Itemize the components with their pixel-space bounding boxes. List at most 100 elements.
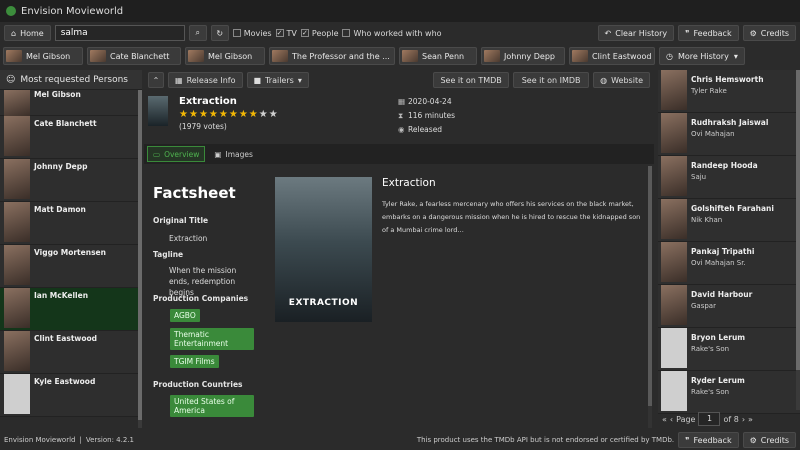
person-photo xyxy=(4,116,30,156)
feedback-button[interactable]: ❞ Feedback xyxy=(678,25,739,41)
tab-overview[interactable]: ▭ Overview xyxy=(147,146,206,162)
chevron-up-icon: ⌃ xyxy=(152,75,160,85)
scrollbar-thumb[interactable] xyxy=(138,90,142,420)
home-button[interactable]: ⌂ Home xyxy=(4,25,51,41)
last-page-button[interactable]: » xyxy=(748,415,753,424)
overview-icon: ▭ xyxy=(153,149,161,159)
imdb-link-button[interactable]: See it on IMDB xyxy=(513,72,590,88)
website-button[interactable]: ◍ Website xyxy=(593,72,650,88)
tab-images[interactable]: ▣ Images xyxy=(209,146,258,162)
release-info-button[interactable]: ▦ Release Info xyxy=(168,72,243,88)
list-item[interactable]: Johnny Depp xyxy=(0,159,138,202)
cast-item[interactable]: Bryon Lerum Rake's Son xyxy=(658,328,800,371)
poster-title: EXTRACTION xyxy=(288,298,359,308)
scrollbar-thumb[interactable] xyxy=(796,70,800,370)
person-thumbnail xyxy=(484,50,500,62)
feedback-button[interactable]: ❞ Feedback xyxy=(678,432,739,448)
list-item[interactable]: Kyle Eastwood xyxy=(0,374,138,417)
country-tag[interactable]: United States of America xyxy=(170,395,254,417)
star-icon: ★ xyxy=(188,109,199,120)
movie-poster[interactable]: EXTRACTION xyxy=(275,177,372,322)
history-item[interactable]: Sean Penn xyxy=(399,47,477,65)
movie-action-bar: ⌃ ▦ Release Info ■ Trailers ▾ See it on TMD… xyxy=(144,70,654,90)
checkbox-box: ✓ xyxy=(275,29,284,37)
cast-item[interactable]: Golshifteh Farahani Nik Khan xyxy=(658,199,800,242)
search-input[interactable] xyxy=(54,25,185,41)
checkbox-box xyxy=(232,29,241,37)
more-history-button[interactable]: ◷ More History ▾ xyxy=(659,47,745,65)
scrollbar-thumb[interactable] xyxy=(648,166,652,406)
next-page-button[interactable]: › xyxy=(742,415,745,424)
cast-item[interactable]: Ryder Lerum Rake's Son xyxy=(658,371,800,414)
placeholder-person-icon xyxy=(661,371,687,411)
company-tag[interactable]: TGIM Films xyxy=(170,355,219,368)
first-page-button[interactable]: « xyxy=(662,415,667,424)
history-item[interactable]: Clint Eastwood xyxy=(569,47,655,65)
history-item[interactable]: Cate Blanchett xyxy=(87,47,181,65)
person-photo xyxy=(4,245,30,285)
list-item-selected[interactable]: Ian McKellen xyxy=(0,288,138,331)
prev-page-button[interactable]: ‹ xyxy=(670,415,673,424)
video-icon: ■ xyxy=(253,75,262,85)
hourglass-icon: ⧗ xyxy=(398,111,404,120)
cast-list: Chris Hemsworth Tyler Rake Rudhraksh Jaisw… xyxy=(658,70,800,414)
filter-who-worked-with-who-checkbox[interactable]: Who worked with who xyxy=(342,29,442,38)
history-item[interactable]: The Professor and the ... xyxy=(269,47,395,65)
movie-info: Extraction ★★★★★★★★★★ (1979 votes) ▦ 2020… xyxy=(144,92,654,142)
cast-item[interactable]: David Harbour Gaspar xyxy=(658,285,800,328)
undo-icon: ↶ xyxy=(604,28,612,38)
list-item[interactable]: Matt Damon xyxy=(0,202,138,245)
star-icon: ★ xyxy=(268,109,279,120)
movie-detail-panel: ⌃ ▦ Release Info ■ Trailers ▾ See it on TMD… xyxy=(144,70,654,428)
cast-role: Ovi Mahajan Sr. xyxy=(691,259,746,267)
cast-role: Gaspar xyxy=(691,302,716,310)
scrollbar[interactable] xyxy=(138,90,142,428)
history-item[interactable]: Johnny Depp xyxy=(481,47,565,65)
overview-text: Tyler Rake, a fearless mercenary who off… xyxy=(382,200,641,234)
refresh-icon: ↻ xyxy=(216,28,224,38)
filter-movies-checkbox[interactable]: Movies xyxy=(232,29,272,38)
panel-header: ☺ Most requested Persons xyxy=(0,70,142,90)
cast-name: Randeep Hooda xyxy=(691,161,758,170)
company-tag[interactable]: Thematic Entertainment xyxy=(170,328,254,350)
person-photo xyxy=(4,159,30,199)
status-row: ◉ Released xyxy=(398,123,455,137)
credits-button[interactable]: ⚙ Credits xyxy=(742,432,796,448)
factsheet-heading: Factsheet xyxy=(153,184,236,202)
content-scrollbar[interactable] xyxy=(648,166,652,428)
collapse-button[interactable]: ⌃ xyxy=(148,72,164,88)
list-item[interactable]: Cate Blanchett xyxy=(0,116,138,159)
cast-item[interactable]: Chris Hemsworth Tyler Rake xyxy=(658,70,800,113)
search-button[interactable]: ⌕ xyxy=(188,25,207,41)
history-item[interactable]: Mel Gibson xyxy=(3,47,83,65)
list-item[interactable]: Viggo Mortensen xyxy=(0,245,138,288)
trailers-dropdown[interactable]: ■ Trailers ▾ xyxy=(246,72,309,88)
status-app-name: Envision Movieworld xyxy=(4,436,76,444)
cast-item[interactable]: Randeep Hooda Saju xyxy=(658,156,800,199)
credits-button[interactable]: ⚙ Credits xyxy=(742,25,796,41)
refresh-button[interactable]: ↻ xyxy=(210,25,229,41)
most-requested-panel: ☺ Most requested Persons Mel Gibson Cate… xyxy=(0,70,142,428)
scrollbar[interactable] xyxy=(796,70,800,410)
caret-down-icon: ▾ xyxy=(733,51,738,61)
release-date-row: ▦ 2020-04-24 xyxy=(398,95,455,109)
calendar-icon: ▦ xyxy=(175,75,183,85)
filter-tv-checkbox[interactable]: ✓ TV xyxy=(275,29,297,38)
placeholder-person-icon xyxy=(4,374,30,414)
cast-item[interactable]: Pankaj Tripathi Ovi Mahajan Sr. xyxy=(658,242,800,285)
company-tag[interactable]: AGBO xyxy=(170,309,200,322)
clear-history-button[interactable]: ↶ Clear History xyxy=(597,25,675,41)
list-item[interactable]: Clint Eastwood xyxy=(0,331,138,374)
history-item[interactable]: Mel Gibson xyxy=(185,47,265,65)
person-thumbnail xyxy=(6,50,22,62)
movie-poster-thumbnail[interactable] xyxy=(148,96,168,126)
list-item[interactable]: Mel Gibson xyxy=(0,90,138,116)
tmdb-link-button[interactable]: See it on TMDB xyxy=(433,72,510,88)
star-icon: ★ xyxy=(218,109,229,120)
original-title-value: Extraction xyxy=(169,234,208,243)
filter-people-checkbox[interactable]: ✓ People xyxy=(300,29,338,38)
cast-role: Saju xyxy=(691,173,707,181)
gear-icon: ⚙ xyxy=(749,435,757,445)
page-input[interactable]: 1 xyxy=(698,412,721,426)
cast-item[interactable]: Rudhraksh Jaiswal Ovi Mahajan xyxy=(658,113,800,156)
